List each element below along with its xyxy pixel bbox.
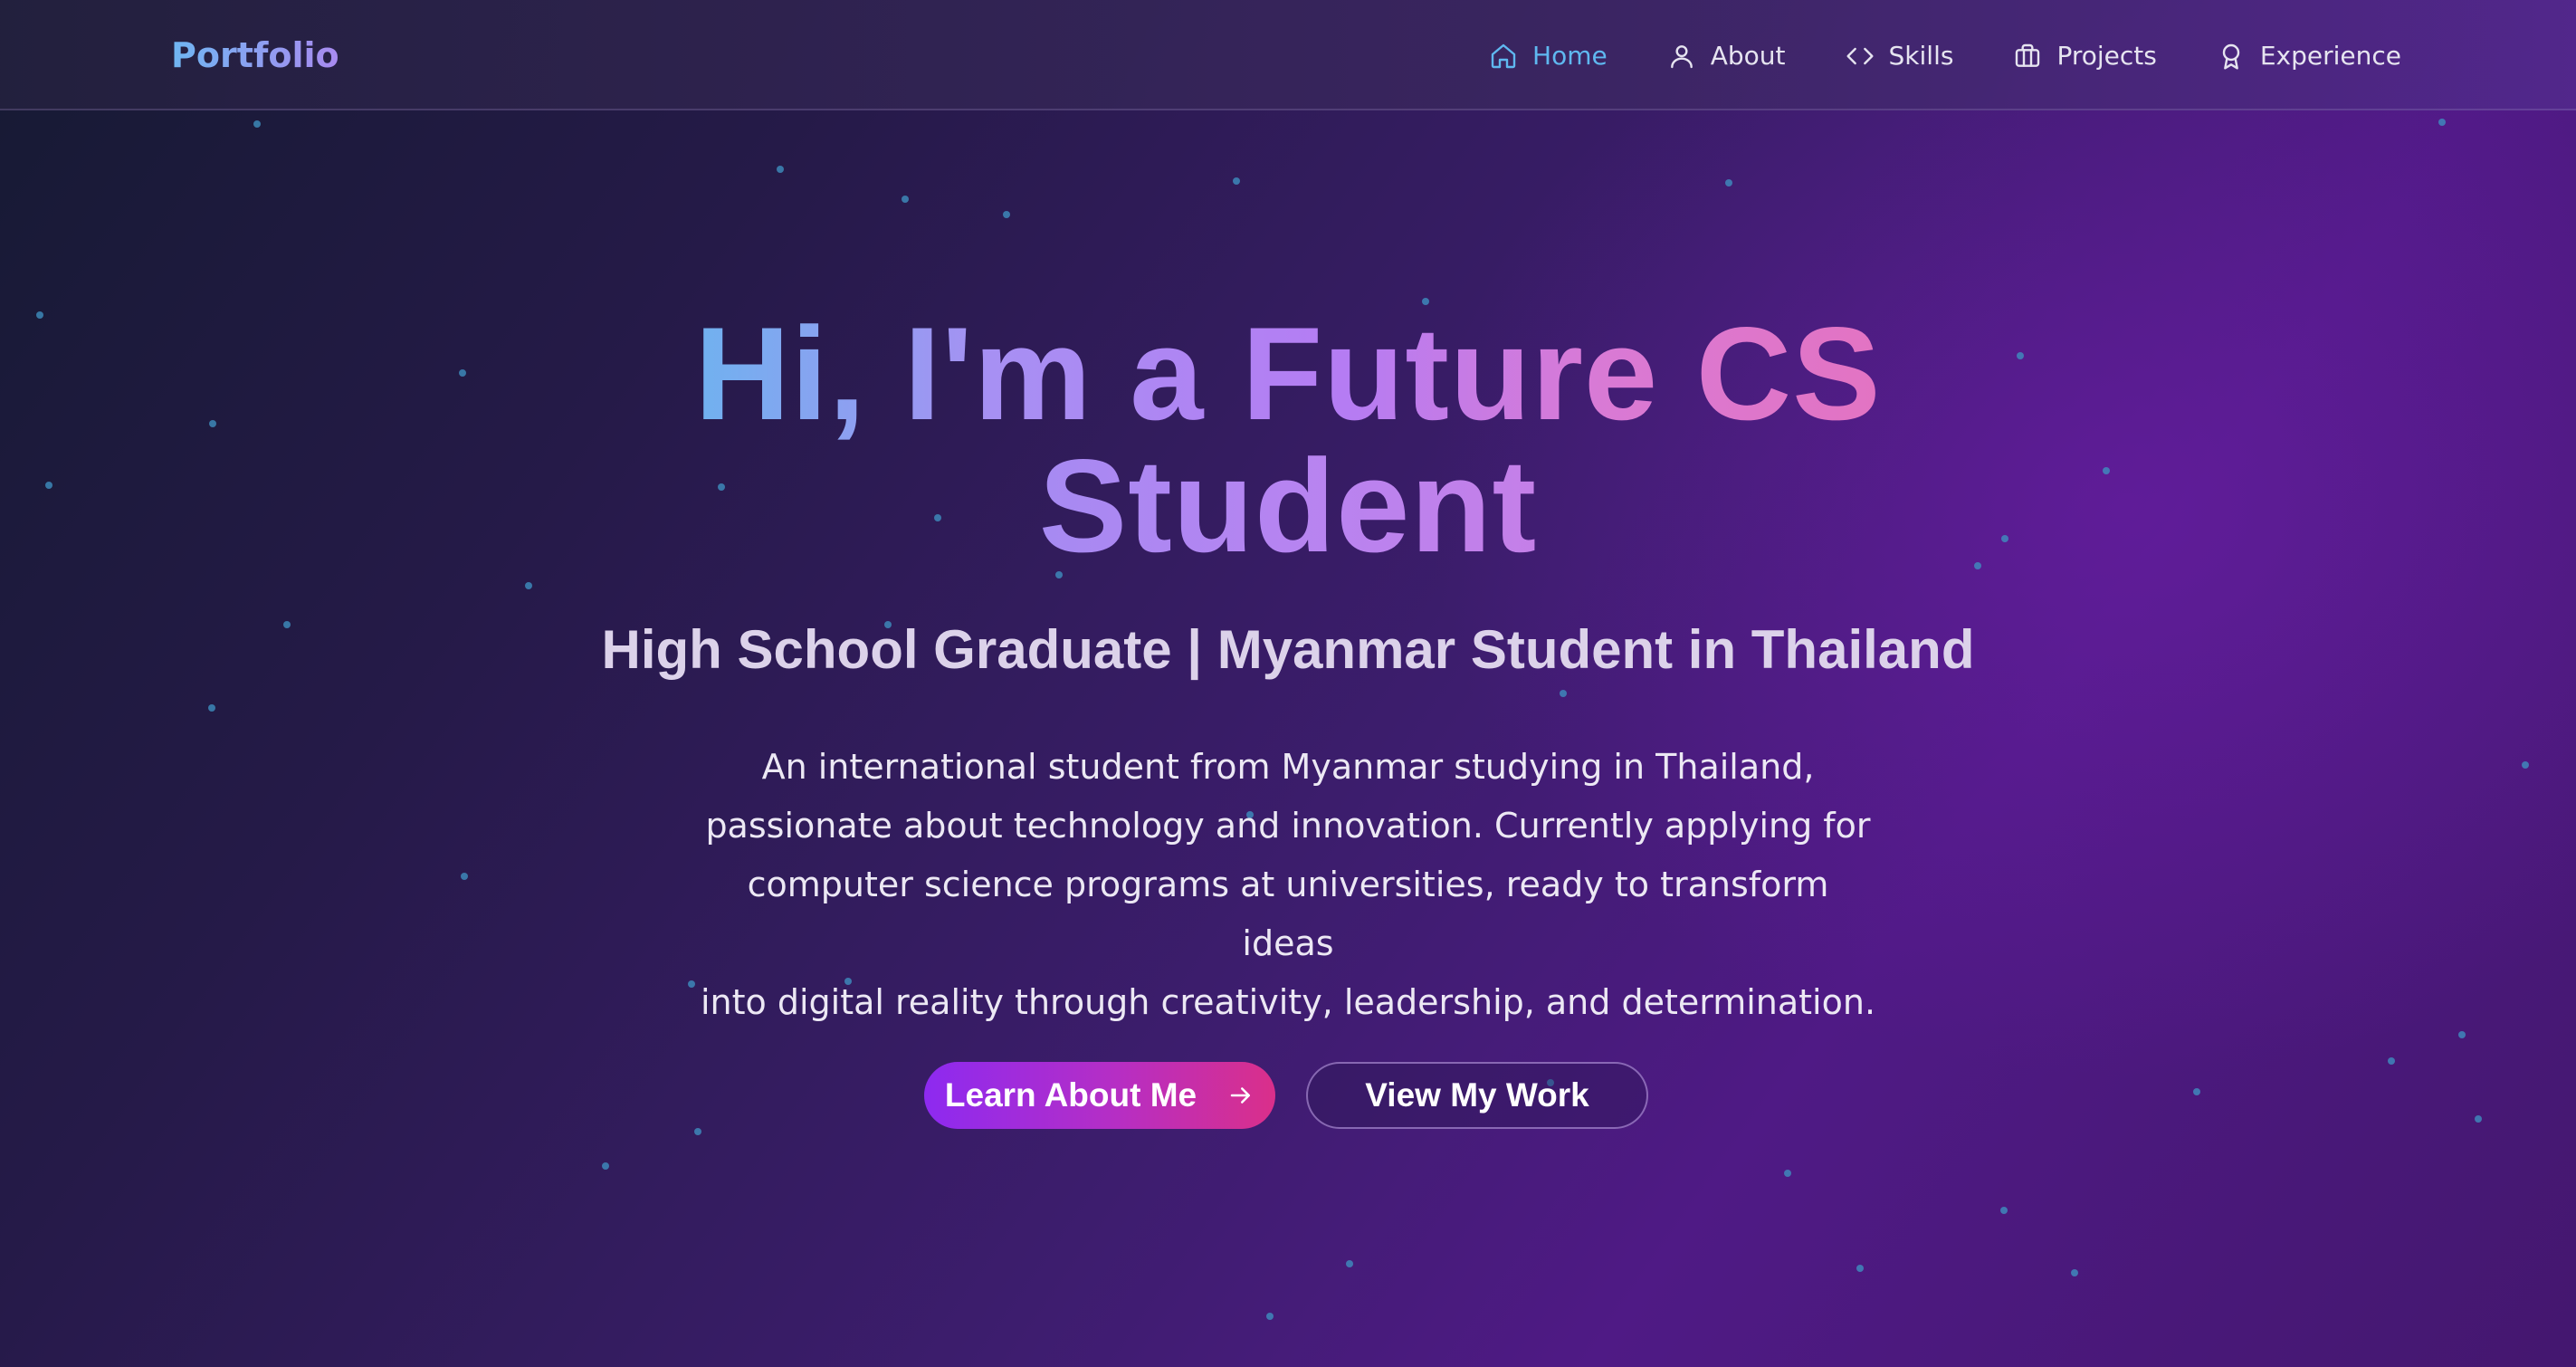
description-line: An international student from Myanmar st… xyxy=(761,747,1815,787)
nav-item-label: Projects xyxy=(2056,41,2157,71)
particle-dot xyxy=(1784,1170,1791,1177)
hero-subtitle: High School Graduate | Myanmar Student i… xyxy=(601,619,1975,680)
particle-dot xyxy=(1233,177,1240,185)
particle-dot xyxy=(461,873,468,880)
particle-dot xyxy=(2475,1115,2482,1123)
nav-item-label: Experience xyxy=(2259,41,2401,71)
arrow-right-icon xyxy=(1230,1087,1251,1104)
particle-dot xyxy=(902,196,909,203)
particle-dot xyxy=(2522,761,2529,769)
particle-dot xyxy=(1266,1313,1274,1320)
particle-dot xyxy=(777,166,784,173)
nav-item-skills[interactable]: Skills xyxy=(1846,34,1954,78)
particle-dot xyxy=(2388,1057,2395,1065)
particle-dot xyxy=(2193,1088,2200,1095)
description-line: into digital reality through creativity,… xyxy=(700,982,1876,1022)
particle-dot xyxy=(1560,690,1567,697)
navbar: Portfolio Home About Skills Projects Exp… xyxy=(0,0,2576,110)
home-icon xyxy=(1491,43,1516,69)
user-icon xyxy=(1670,45,1693,69)
particle-dot xyxy=(525,582,532,589)
particle-dot xyxy=(2458,1031,2466,1038)
particle-dot xyxy=(1856,1265,1864,1272)
nav-item-label: Home xyxy=(1532,41,1608,71)
particle-dot xyxy=(602,1162,609,1170)
hero-actions: Learn About Me View My Work xyxy=(924,1062,1648,1129)
hero-title-line-1: Hi, I'm a Future CS xyxy=(691,308,1884,440)
code-icon xyxy=(1846,47,1874,65)
brand-logo[interactable]: Portfolio xyxy=(171,31,339,80)
nav-menu: Home About Skills Projects Experience xyxy=(1489,34,2401,78)
description-line: computer science programs at universitie… xyxy=(747,865,1829,963)
nav-item-about[interactable]: About xyxy=(1667,34,1786,78)
view-my-work-label: View My Work xyxy=(1365,1076,1589,1114)
nav-item-label: About xyxy=(1710,41,1786,71)
briefcase-icon xyxy=(2016,43,2040,67)
hero-description: An international student from Myanmar st… xyxy=(700,738,1876,1032)
description-line: passionate about technology and innovati… xyxy=(705,806,1871,846)
learn-about-me-button[interactable]: Learn About Me xyxy=(924,1062,1275,1129)
particle-dot xyxy=(2071,1269,2078,1276)
particle-dot xyxy=(2438,119,2446,126)
hero-title: Hi, I'm a Future CS Student xyxy=(0,308,2576,572)
nav-item-projects[interactable]: Projects xyxy=(2013,34,2157,78)
hero-title-line-2: Student xyxy=(1035,440,1541,572)
view-my-work-button[interactable]: View My Work xyxy=(1306,1062,1648,1129)
particle-dot xyxy=(2000,1207,2008,1214)
particle-dot xyxy=(208,704,215,712)
particle-dot xyxy=(1003,211,1010,218)
particle-dot xyxy=(1725,179,1732,186)
nav-item-experience[interactable]: Experience xyxy=(2217,34,2401,78)
particle-dot xyxy=(694,1128,701,1135)
nav-item-home[interactable]: Home xyxy=(1489,34,1608,78)
nav-item-label: Skills xyxy=(1888,41,1954,71)
award-icon xyxy=(2222,43,2240,70)
particle-dot xyxy=(1346,1260,1353,1267)
particle-dot xyxy=(253,120,261,128)
learn-about-me-label: Learn About Me xyxy=(944,1076,1197,1114)
particle-dot xyxy=(688,980,695,988)
